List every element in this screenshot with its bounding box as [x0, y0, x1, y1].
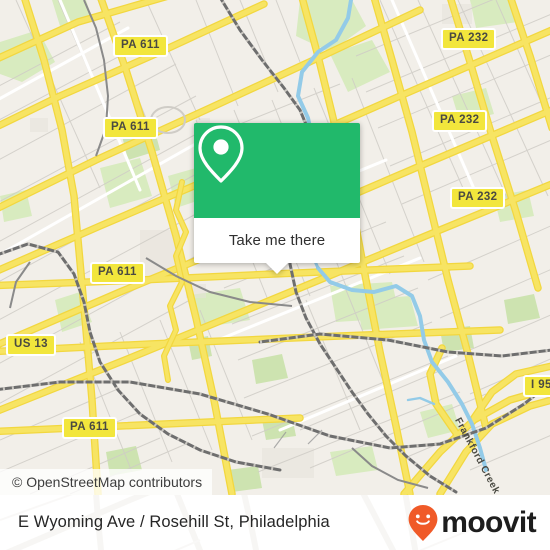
moovit-pin-icon	[408, 504, 438, 541]
location-title: E Wyoming Ave / Rosehill St, Philadelphi…	[18, 513, 330, 531]
map-screenshot: .rd-maj{stroke:#f7e463;stroke-linecap:ro…	[0, 0, 550, 550]
road-shield: PA 611	[103, 117, 158, 139]
popup-image-area	[194, 123, 360, 218]
location-popup[interactable]: Take me there	[194, 123, 360, 274]
road-shield: PA 611	[113, 35, 168, 57]
road-shield: I 95	[523, 375, 550, 397]
popup-cta-area[interactable]: Take me there	[194, 218, 360, 263]
road-shield: PA 611	[90, 262, 145, 284]
footer-bar: E Wyoming Ave / Rosehill St, Philadelphi…	[0, 495, 550, 550]
map-pin-icon	[198, 125, 244, 183]
map-attribution[interactable]: © OpenStreetMap contributors	[0, 469, 213, 495]
popup-pointer	[266, 263, 288, 274]
take-me-there-label: Take me there	[228, 232, 326, 249]
road-shield: PA 232	[450, 187, 506, 209]
road-shield: US 13	[6, 334, 56, 356]
road-shield: PA 232	[441, 28, 497, 50]
road-shield: PA 611	[62, 417, 117, 439]
moovit-wordmark: moovit	[441, 505, 536, 539]
moovit-logo[interactable]: moovit	[407, 504, 537, 542]
map-canvas[interactable]: .rd-maj{stroke:#f7e463;stroke-linecap:ro…	[0, 0, 550, 495]
road-shield: PA 232	[432, 110, 488, 132]
